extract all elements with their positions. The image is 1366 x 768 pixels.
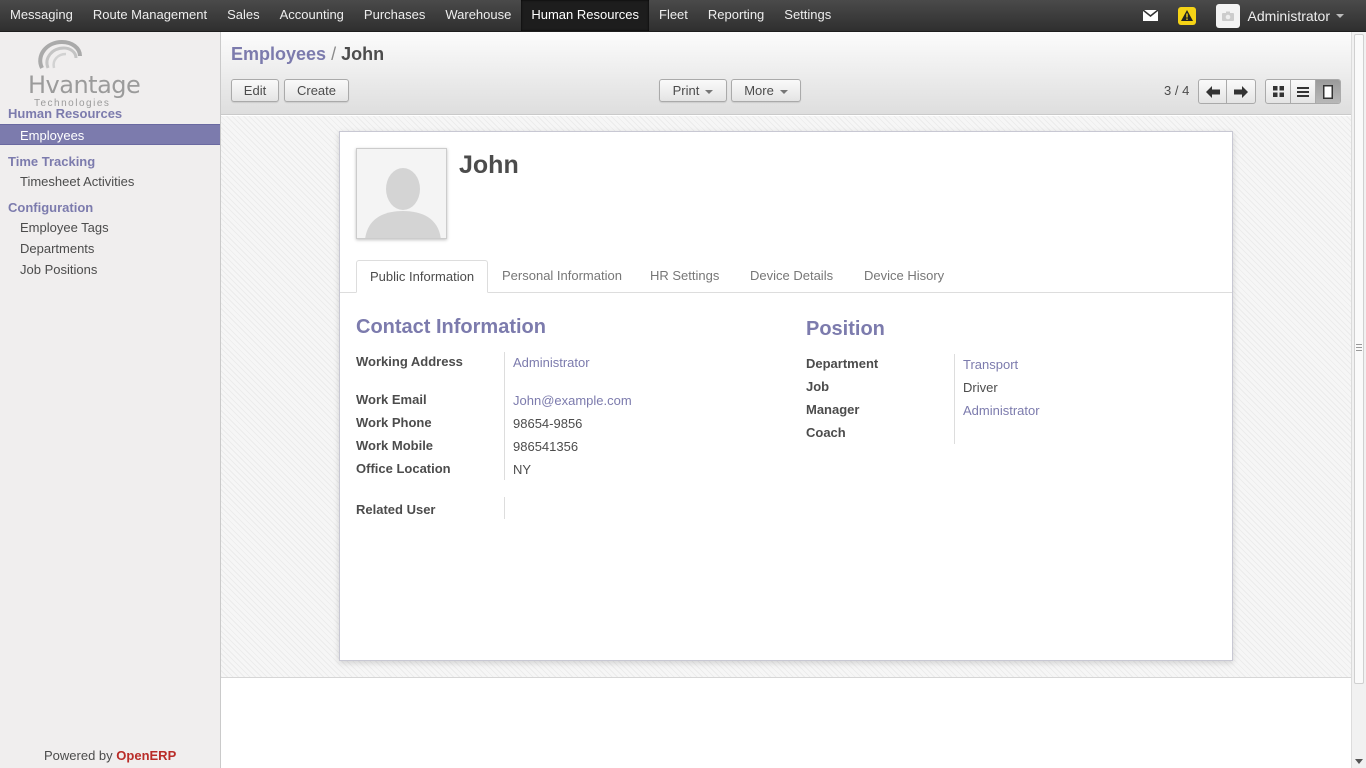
department-link[interactable]: Transport (963, 357, 1018, 372)
openerp-link[interactable]: OpenERP (116, 748, 176, 763)
section-configuration: Configuration (8, 200, 94, 215)
menu-fleet[interactable]: Fleet (649, 0, 698, 31)
contact-divider (504, 352, 505, 480)
sidebar: Hvantage Technologies Human Resources Em… (0, 32, 221, 768)
department-label: Department (806, 356, 879, 371)
chevron-down-icon (779, 89, 788, 94)
tab-device-history[interactable]: Device Hisory (851, 260, 957, 293)
more-button[interactable]: More (731, 79, 801, 102)
employee-form-sheet: John Public Information Personal Informa… (339, 131, 1233, 661)
job-label: Job (806, 379, 830, 394)
arrow-right-icon (1234, 85, 1248, 98)
sidebar-item-employee-tags[interactable]: Employee Tags (0, 217, 220, 238)
form-icon (1323, 84, 1333, 99)
previous-record-button[interactable] (1199, 80, 1227, 103)
menu-messaging[interactable]: Messaging (0, 0, 83, 31)
work-email-link[interactable]: John@example.com (513, 393, 632, 408)
work-mobile-label: Work Mobile (356, 438, 434, 453)
user-name[interactable]: Administrator (1248, 8, 1330, 24)
warning-icon[interactable] (1177, 6, 1196, 25)
related-user-divider (504, 497, 505, 519)
tab-public-information[interactable]: Public Information (356, 260, 489, 293)
main-menu: Messaging Route Management Sales Account… (0, 0, 841, 31)
menu-purchases[interactable]: Purchases (354, 0, 435, 31)
pager-buttons (1198, 79, 1256, 104)
position-title: Position (806, 318, 885, 340)
avatar[interactable] (1215, 3, 1240, 28)
more-button-label: More (744, 83, 774, 98)
list-icon (1297, 86, 1309, 97)
menu-settings[interactable]: Settings (774, 0, 841, 31)
next-record-button[interactable] (1227, 80, 1255, 103)
manager-link[interactable]: Administrator (963, 403, 1040, 418)
breadcrumb-current: John (341, 44, 385, 64)
work-mobile-value: 986541356 (513, 439, 579, 454)
work-phone-label: Work Phone (356, 415, 432, 430)
powered-by-text: Powered by (44, 748, 113, 763)
breadcrumb-employees[interactable]: Employees (231, 44, 326, 64)
sidebar-item-job-positions[interactable]: Job Positions (0, 259, 220, 280)
office-location-label: Office Location (356, 461, 451, 476)
sidebar-item-employees[interactable]: Employees (0, 124, 220, 145)
menu-accounting[interactable]: Accounting (270, 0, 354, 31)
menu-human-resources[interactable]: Human Resources (521, 0, 649, 31)
menu-route-management[interactable]: Route Management (83, 0, 217, 31)
envelope-icon[interactable] (1142, 10, 1158, 21)
edit-button[interactable]: Edit (231, 79, 279, 102)
grid-icon (1272, 86, 1284, 97)
section-time-tracking: Time Tracking (8, 154, 96, 169)
menu-reporting[interactable]: Reporting (698, 0, 774, 31)
tab-personal-information[interactable]: Personal Information (489, 260, 635, 293)
sidebar-item-departments[interactable]: Departments (0, 238, 220, 259)
job-value: Driver (963, 380, 998, 395)
work-email-label: Work Email (356, 392, 427, 407)
chevron-down-icon (705, 89, 714, 94)
form-view-button[interactable] (1316, 80, 1340, 103)
scroll-down-icon[interactable] (1355, 759, 1363, 764)
section-human-resources: Human Resources (8, 106, 123, 121)
manager-label: Manager (806, 402, 860, 417)
form-view-area: John Public Information Personal Informa… (221, 116, 1351, 678)
work-phone-value: 98654-9856 (513, 416, 583, 431)
user-area: Administrator (1142, 0, 1366, 31)
sidebar-item-timesheet-activities[interactable]: Timesheet Activities (0, 171, 220, 192)
form-tabs: Public Information Personal Information … (340, 260, 1232, 293)
person-silhouette-icon (357, 149, 446, 238)
tab-device-details[interactable]: Device Details (737, 260, 846, 293)
employee-name: John (459, 151, 519, 179)
kanban-view-button[interactable] (1266, 80, 1291, 103)
grip-icon (1356, 344, 1362, 351)
contact-information-title: Contact Information (356, 316, 546, 338)
company-logo: Hvantage Technologies (28, 38, 148, 109)
menu-sales[interactable]: Sales (217, 0, 270, 31)
position-divider (954, 354, 955, 444)
top-menu-bar: Messaging Route Management Sales Account… (0, 0, 1366, 32)
view-switcher (1265, 79, 1341, 104)
working-address-label: Working Address (356, 354, 463, 369)
menu-warehouse[interactable]: Warehouse (435, 0, 521, 31)
logo-text: Hvantage (28, 71, 141, 99)
arrow-left-icon (1205, 85, 1220, 98)
employee-photo[interactable] (356, 148, 447, 239)
view-header: Employees / John Edit Create Print More … (221, 32, 1351, 115)
office-location-value: NY (513, 462, 532, 477)
create-button[interactable]: Create (284, 79, 349, 102)
working-address-link[interactable]: Administrator (513, 355, 590, 370)
chevron-down-icon[interactable] (1336, 13, 1344, 18)
breadcrumb: Employees / John (231, 44, 384, 65)
print-button[interactable]: Print (659, 79, 727, 102)
scrollbar-thumb[interactable] (1354, 34, 1364, 684)
vertical-scrollbar[interactable] (1351, 32, 1366, 768)
print-button-label: Print (672, 83, 700, 98)
powered-by: Powered by OpenERP (44, 748, 176, 763)
pager-counter[interactable]: 3 / 4 (1164, 83, 1189, 98)
breadcrumb-separator: / (331, 44, 337, 64)
tab-hr-settings[interactable]: HR Settings (637, 260, 732, 293)
list-view-button[interactable] (1291, 80, 1316, 103)
related-user-label: Related User (356, 502, 436, 517)
coach-label: Coach (806, 425, 846, 440)
